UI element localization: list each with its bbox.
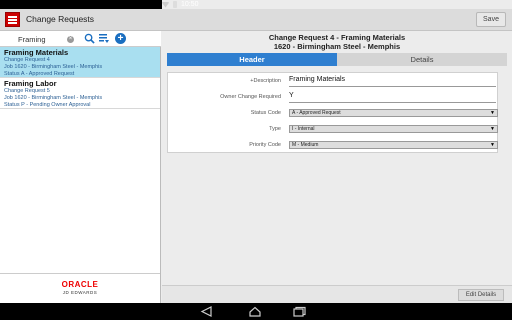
dropdown-arrow-icon: ▼ <box>490 126 495 132</box>
add-icon[interactable]: + <box>115 33 126 44</box>
list-item[interactable]: Framing Materials Change Request 4 Job 1… <box>0 47 160 78</box>
owner-change-label: Owner Change Required <box>220 94 281 100</box>
detail-title-line1: Change Request 4 - Framing Materials <box>268 33 406 42</box>
status-code-label: Status Code <box>250 110 281 116</box>
description-field[interactable]: Framing Materials <box>289 76 496 87</box>
detail-tabs: Header Details <box>167 53 507 66</box>
item-job: Job 1620 - Birmingham Steel - Memphis <box>4 95 103 101</box>
description-label: +Description <box>250 78 281 84</box>
tab-details[interactable]: Details <box>337 53 507 66</box>
filter-list-icon[interactable] <box>98 33 110 45</box>
type-label: Type <box>269 126 281 132</box>
oracle-wordmark: ORACLE <box>61 280 99 289</box>
detail-title: Change Request 4 - Framing Materials 162… <box>162 31 512 51</box>
jd-edwards-wordmark: JD EDWARDS <box>62 290 98 295</box>
action-bar: Change Requests Save <box>0 9 512 31</box>
app-logo-icon <box>5 12 20 27</box>
back-icon[interactable] <box>199 306 215 317</box>
system-nav-bar <box>0 303 512 320</box>
edit-bar: Edit Details <box>162 285 512 303</box>
status-icons: 10:50 <box>162 0 512 9</box>
dropdown-arrow-icon: ▼ <box>490 110 495 116</box>
item-status: Status A - Approved Request <box>4 71 75 77</box>
status-bar: 10:50 <box>0 0 512 9</box>
priority-select[interactable]: M - Medium ▼ <box>289 141 498 149</box>
clear-icon[interactable]: × <box>67 36 74 43</box>
item-job: Job 1620 - Birmingham Steel - Memphis <box>4 64 103 70</box>
header-form: +Description Framing Materials Owner Cha… <box>167 72 498 153</box>
item-request: Change Request 5 <box>4 88 50 94</box>
request-list-pane: Framing × + Framing Materials Change Req… <box>0 31 161 303</box>
status-code-value: A - Approved Request <box>292 110 341 116</box>
search-icon[interactable] <box>84 33 95 44</box>
description-row: +Description Framing Materials <box>168 73 499 89</box>
type-select[interactable]: I - Internal ▼ <box>289 125 498 133</box>
tab-header[interactable]: Header <box>167 53 337 66</box>
detail-title-line2: 1620 - Birmingham Steel - Memphis <box>273 42 401 51</box>
recent-apps-icon[interactable] <box>292 306 308 317</box>
battery-icon <box>173 1 177 8</box>
status-code-row: Status Code A - Approved Request ▼ <box>168 105 499 121</box>
owner-change-field[interactable]: Y <box>289 92 496 103</box>
priority-label: Priority Code <box>249 142 281 148</box>
clock: 10:50 <box>181 1 199 8</box>
oracle-logo: ORACLE JD EDWARDS <box>0 273 160 301</box>
detail-pane: Change Request 4 - Framing Materials 162… <box>162 31 512 303</box>
priority-row: Priority Code M - Medium ▼ <box>168 137 499 153</box>
item-request: Change Request 4 <box>4 57 50 63</box>
type-row: Type I - Internal ▼ <box>168 121 499 137</box>
item-title: Framing Materials <box>4 48 69 57</box>
priority-value: M - Medium <box>292 142 319 148</box>
status-code-select[interactable]: A - Approved Request ▼ <box>289 109 498 117</box>
item-status: Status P - Pending Owner Approval <box>4 102 91 108</box>
type-value: I - Internal <box>292 126 315 132</box>
list-item[interactable]: Framing Labor Change Request 5 Job 1620 … <box>0 78 160 109</box>
item-title: Framing Labor <box>4 79 57 88</box>
search-bar: Framing × + <box>0 31 161 47</box>
edit-details-button[interactable]: Edit Details <box>458 289 504 301</box>
dropdown-arrow-icon: ▼ <box>490 142 495 148</box>
save-button[interactable]: Save <box>476 12 506 27</box>
owner-change-row: Owner Change Required Y <box>168 89 499 105</box>
request-list: Framing Materials Change Request 4 Job 1… <box>0 47 160 109</box>
home-icon[interactable] <box>247 306 263 317</box>
wifi-icon <box>162 1 169 8</box>
app-title: Change Requests <box>26 14 95 24</box>
search-input[interactable]: Framing <box>18 35 46 44</box>
